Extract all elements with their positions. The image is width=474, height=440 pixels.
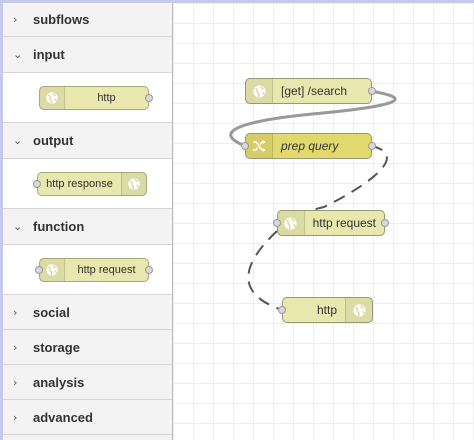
category-label: input — [33, 47, 65, 62]
node-label: [get] /search — [281, 84, 348, 98]
globe-icon — [278, 211, 305, 235]
palette-category-input-body: http — [3, 73, 172, 123]
chevron-right-icon: › — [13, 410, 18, 424]
palette-category-subflows[interactable]: › subflows — [3, 3, 172, 37]
globe-icon — [40, 259, 65, 281]
globe-icon — [246, 79, 273, 103]
node-palette: › subflows ⌄ input http ⌄ output http re… — [3, 3, 173, 440]
category-label: subflows — [33, 12, 90, 27]
category-label: social — [33, 304, 70, 320]
palette-category-input[interactable]: ⌄ input — [3, 37, 172, 73]
palette-category-advanced[interactable]: › advanced — [3, 400, 172, 435]
input-port[interactable] — [241, 142, 249, 150]
wire-request-to-response[interactable] — [247, 230, 283, 311]
palette-category-function[interactable]: ⌄ function — [3, 209, 172, 245]
palette-category-analysis[interactable]: › analysis — [3, 365, 172, 400]
shuffle-icon — [246, 134, 273, 158]
input-port[interactable] — [278, 306, 286, 314]
flow-node-http-in[interactable]: [get] /search — [245, 78, 376, 104]
category-label: advanced — [33, 409, 93, 425]
flow-node-change[interactable]: prep query — [241, 133, 376, 159]
chevron-down-icon: ⌄ — [13, 48, 23, 61]
palette-category-output[interactable]: ⌄ output — [3, 123, 172, 159]
output-port[interactable] — [381, 219, 389, 227]
palette-category-function-body: http request — [3, 245, 172, 295]
node-label: http response — [46, 178, 113, 190]
flow-workspace[interactable]: [get] /search prep query http request ht… — [173, 3, 474, 440]
node-label: http request — [312, 216, 376, 230]
palette-node-http-request[interactable]: http request — [35, 258, 153, 282]
chevron-down-icon: ⌄ — [13, 134, 23, 147]
palette-node-http-in[interactable]: http — [39, 86, 153, 110]
output-port[interactable] — [145, 266, 153, 274]
globe-icon — [40, 87, 65, 109]
chevron-down-icon: ⌄ — [13, 220, 23, 233]
output-port[interactable] — [368, 142, 376, 150]
node-label: prep query — [281, 139, 339, 153]
category-label: function — [33, 219, 85, 234]
chevron-right-icon: › — [13, 13, 18, 26]
input-port[interactable] — [33, 180, 41, 188]
node-label: http request — [77, 264, 136, 276]
flow-node-http-response[interactable]: http — [278, 297, 373, 323]
palette-node-http-response[interactable]: http response — [33, 172, 147, 196]
category-label: analysis — [33, 374, 85, 390]
palette-category-storage[interactable]: › storage — [3, 330, 172, 365]
input-port[interactable] — [35, 266, 43, 274]
category-label: storage — [33, 339, 80, 355]
palette-category-social[interactable]: › social — [3, 295, 172, 330]
chevron-right-icon: › — [13, 375, 18, 389]
chevron-right-icon: › — [13, 305, 18, 319]
node-label: http — [316, 303, 337, 317]
chevron-right-icon: › — [13, 340, 18, 354]
node-red-editor: › subflows ⌄ input http ⌄ output http re… — [0, 0, 474, 440]
category-label: output — [33, 133, 74, 148]
palette-category-output-body: http response — [3, 159, 172, 209]
globe-icon — [121, 173, 146, 195]
globe-icon — [345, 298, 372, 322]
flow-node-http-request[interactable]: http request — [273, 210, 389, 236]
output-port[interactable] — [368, 87, 376, 95]
input-port[interactable] — [273, 219, 281, 227]
output-port[interactable] — [145, 94, 153, 102]
node-label: http — [97, 92, 116, 104]
